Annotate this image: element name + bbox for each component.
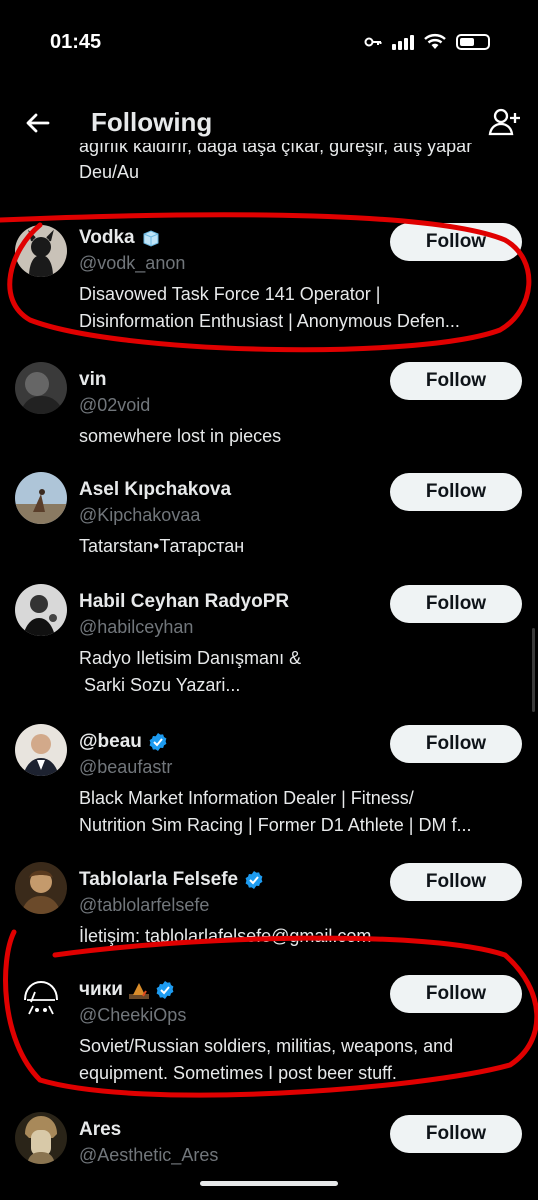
partial-bio-line2: Deu/Au <box>79 162 140 182</box>
avatar[interactable] <box>15 472 67 524</box>
verified-badge-icon <box>149 733 167 751</box>
user-bio: Soviet/Russian soldiers, militias, weapo… <box>79 1036 454 1083</box>
follow-button[interactable]: Follow <box>390 362 522 400</box>
scrollbar[interactable] <box>532 628 535 712</box>
user-name: vin <box>79 369 107 390</box>
camp-emoji-icon <box>128 983 149 999</box>
add-user-icon[interactable] <box>488 105 522 139</box>
user-name: Habil Ceyhan RadyoPR <box>79 591 290 612</box>
partial-bio: ağırlık kaldırır, dağa taşa çıkar, güreş… <box>79 143 519 186</box>
user-name: чики <box>79 979 123 1000</box>
avatar[interactable] <box>15 1112 67 1164</box>
status-icons <box>364 33 490 50</box>
battery-icon <box>456 33 490 50</box>
avatar[interactable] <box>15 584 67 636</box>
avatar[interactable] <box>15 362 67 414</box>
partial-bio-line1: ağırlık kaldırır, dağa taşa çıkar, güreş… <box>79 143 473 156</box>
user-name: @beau <box>79 731 142 752</box>
status-time: 01:45 <box>50 31 102 53</box>
follow-button[interactable]: Follow <box>390 585 522 623</box>
avatar[interactable] <box>15 862 67 914</box>
avatar[interactable] <box>15 225 67 277</box>
user-name: Asel Kıpchakova <box>79 479 232 500</box>
key-icon <box>364 37 382 46</box>
user-name: Vodka <box>79 227 135 248</box>
verified-badge-icon <box>245 871 263 889</box>
follow-button[interactable]: Follow <box>390 223 522 261</box>
user-name: Tablolarla Felsefe <box>79 869 239 890</box>
back-arrow-icon[interactable] <box>22 107 54 139</box>
user-bio: İletişim: tablolarlafelsefe@gmail.com <box>79 926 372 946</box>
avatar[interactable] <box>15 972 67 1024</box>
follow-button[interactable]: Follow <box>390 725 522 763</box>
user-bio: Black Market Information Dealer | Fitnes… <box>79 788 472 835</box>
avatar[interactable] <box>15 724 67 776</box>
status-bar: 01:45 <box>0 0 538 90</box>
follow-button[interactable]: Follow <box>390 473 522 511</box>
follow-button[interactable]: Follow <box>390 863 522 901</box>
follow-button[interactable]: Follow <box>390 975 522 1013</box>
verified-badge-icon <box>156 981 174 999</box>
user-bio: Disavowed Task Force 141 Operator | Disi… <box>79 284 460 331</box>
user-bio: Radyo Iletisim Danışmanı & Sarki Sozu Ya… <box>79 648 302 695</box>
user-name: Ares <box>79 1119 122 1140</box>
user-bio: somewhere lost in pieces <box>79 426 282 446</box>
home-indicator[interactable] <box>200 1181 338 1186</box>
user-bio: Tatarstan•Татарстан <box>79 536 245 556</box>
follow-button[interactable]: Follow <box>390 1115 522 1153</box>
ice-cube-emoji-icon <box>143 230 159 247</box>
wifi-icon <box>424 34 446 49</box>
page-title: Following <box>91 107 213 137</box>
signal-icon <box>392 34 414 50</box>
